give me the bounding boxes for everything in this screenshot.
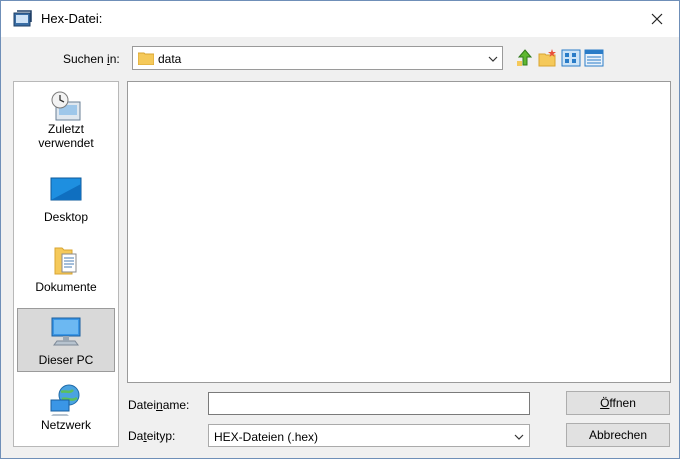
up-folder-icon[interactable] — [515, 48, 535, 68]
filename-label: Dateiname: — [128, 398, 189, 412]
file-list[interactable] — [127, 81, 671, 383]
filetype-label: Dateityp: — [128, 429, 175, 443]
documents-icon — [54, 247, 77, 275]
lookin-label-text: Suchen — [63, 52, 108, 66]
place-recent[interactable]: Zuletzt verwendet — [17, 86, 115, 162]
lookin-value: data — [158, 52, 182, 66]
recent-icon — [51, 91, 81, 121]
lookin-label-text-end: n: — [109, 52, 120, 66]
place-this-pc[interactable]: Dieser PC — [17, 308, 115, 372]
filetype-label-text-end: eityp: — [146, 429, 176, 443]
filetype-value: HEX-Dateien (.hex) — [214, 430, 319, 444]
place-recent-label-1: Zuletzt — [47, 122, 84, 136]
place-recent-label-2: verwendet — [38, 136, 94, 150]
file-dialog: Hex-Datei: Suchen in: data Zuletzt verwe… — [0, 0, 680, 459]
cancel-button[interactable]: Abbrechen — [566, 423, 670, 447]
place-documents[interactable]: Dokumente — [17, 238, 115, 302]
this-pc-icon — [51, 317, 81, 346]
filename-label-text: Datei — [128, 398, 157, 412]
place-network-label: Netzwerk — [40, 418, 91, 432]
close-icon — [651, 13, 663, 25]
new-folder-icon[interactable] — [538, 48, 558, 68]
place-this-pc-label: Dieser PC — [38, 353, 94, 367]
chevron-down-icon — [514, 434, 524, 440]
lookin-combo[interactable]: data — [132, 46, 503, 70]
place-documents-label: Dokumente — [35, 280, 97, 294]
dialog-icon — [13, 10, 32, 27]
place-network[interactable]: Netzwerk — [17, 380, 115, 442]
filename-input[interactable] — [208, 392, 530, 415]
filename-label-text-end: ame: — [162, 398, 190, 412]
close-button[interactable] — [635, 1, 679, 37]
window-title: Hex-Datei: — [41, 11, 103, 26]
cancel-button-text: Abbrechen — [588, 428, 648, 442]
open-button[interactable]: Öffnen — [566, 391, 670, 415]
open-button-text: ffnen — [609, 396, 636, 410]
open-button-accel: Ö — [600, 396, 610, 410]
filename-label-accel: n — [156, 398, 163, 412]
places-bar: Zuletzt verwendet Desktop Dokumente Dies… — [13, 81, 119, 447]
place-desktop-label: Desktop — [43, 210, 89, 224]
view-menu-icon[interactable] — [561, 48, 581, 68]
place-desktop[interactable]: Desktop — [17, 168, 115, 230]
details-view-icon[interactable] — [584, 48, 604, 68]
network-icon — [50, 384, 80, 416]
title-bar: Hex-Datei: — [1, 1, 679, 37]
folder-icon — [138, 52, 154, 65]
filetype-combo[interactable]: HEX-Dateien (.hex) — [208, 424, 530, 447]
filetype-label-text: Da — [128, 429, 144, 443]
lookin-label: Suchen in: — [63, 52, 120, 66]
desktop-icon — [50, 177, 82, 201]
chevron-down-icon — [488, 56, 498, 62]
